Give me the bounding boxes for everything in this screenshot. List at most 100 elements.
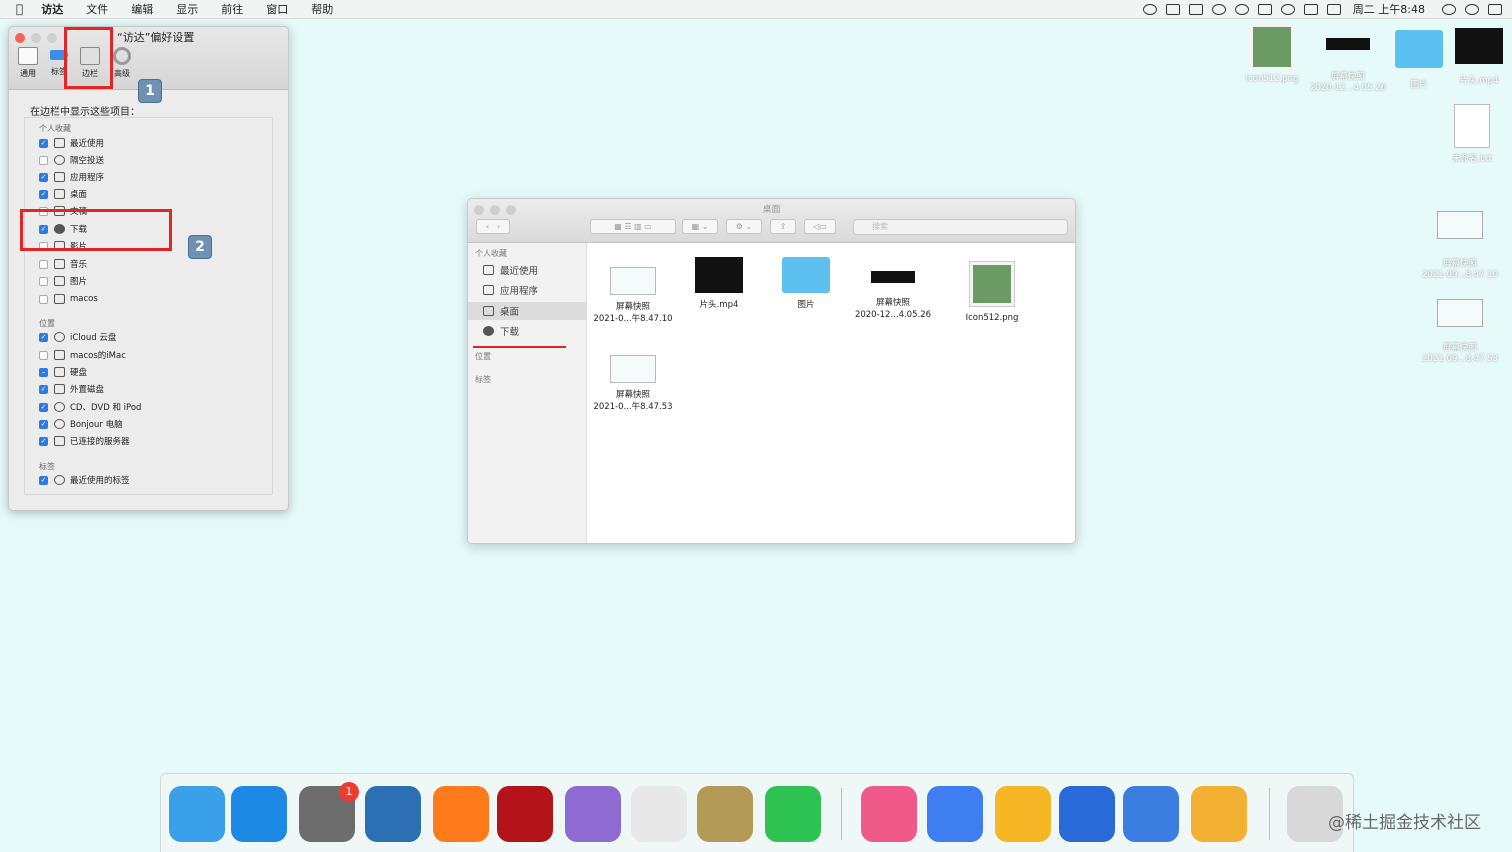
pref-item-airdrop[interactable]: 隔空投送 — [39, 153, 104, 167]
finder-icon[interactable] — [169, 786, 225, 842]
pref-item-harddisk[interactable]: – 硬盘 — [39, 365, 87, 379]
desktop-icon-item[interactable]: 屏幕快照 2021-09...8.47.53 — [1420, 299, 1500, 365]
checkbox[interactable]: – — [39, 367, 48, 377]
chevron-right-icon[interactable]: › — [497, 222, 500, 231]
minimize-button[interactable] — [31, 33, 41, 43]
desktop-icon-item[interactable]: 屏幕快照 2020-12...4.05.26 — [1308, 38, 1388, 94]
menu-view[interactable]: 显示 — [176, 1, 198, 17]
checkbox[interactable]: ✓ — [39, 332, 48, 342]
file-item[interactable]: 屏幕快照 2021-0...午8.47.10 — [588, 257, 678, 325]
checkbox[interactable]: ✓ — [39, 384, 48, 394]
pref-item-desktop[interactable]: ✓ 桌面 — [39, 187, 87, 201]
file-item[interactable]: 屏幕快照 2020-12...4.05.26 — [848, 257, 938, 321]
file-item[interactable]: 屏幕快照 2021-0...午8.47.53 — [588, 345, 678, 413]
xcode-icon[interactable] — [365, 786, 421, 842]
checkbox[interactable]: ✓ — [39, 172, 48, 182]
keyboard-icon[interactable] — [1326, 3, 1341, 15]
creative-cloud-icon[interactable] — [1142, 3, 1157, 15]
menu-window[interactable]: 窗口 — [266, 1, 288, 17]
group-button[interactable]: ▦ ⌄ — [682, 219, 718, 234]
pref-item-recents[interactable]: ✓ 最近使用 — [39, 136, 104, 150]
sidebar-item-applications[interactable]: 应用程序 — [468, 281, 586, 299]
search-icon[interactable] — [1442, 3, 1456, 15]
tab-general[interactable]: 通用 — [13, 47, 43, 79]
checkbox[interactable] — [39, 155, 48, 165]
desktop-icon-item[interactable]: 片头.mp4 — [1439, 28, 1512, 87]
filezilla-icon[interactable] — [497, 786, 553, 842]
menu-edit[interactable]: 编辑 — [131, 1, 153, 17]
chrome-icon[interactable] — [631, 786, 687, 842]
sidebar-item-desktop[interactable]: 桌面 — [468, 302, 586, 320]
pref-item-cd-dvd[interactable]: ✓ CD、DVD 和 iPod — [39, 400, 141, 414]
s-icon[interactable] — [1257, 3, 1272, 15]
checkbox[interactable] — [39, 350, 48, 360]
view-mode-buttons[interactable]: ▦ ☰ ▥ ▭ — [590, 219, 676, 234]
airdrop-icon — [54, 155, 65, 165]
back-forward-buttons[interactable]: ‹ › — [476, 219, 510, 234]
word-icon[interactable] — [1059, 786, 1115, 842]
menu-go[interactable]: 前往 — [221, 1, 243, 17]
pref-item-servers[interactable]: ✓ 已连接的服务器 — [39, 434, 130, 448]
window-icon[interactable] — [1165, 3, 1180, 15]
pref-item-imac[interactable]: macos的iMac — [39, 348, 126, 362]
checkbox[interactable]: ✓ — [39, 436, 48, 446]
sync-icon[interactable] — [1280, 3, 1295, 15]
checkbox[interactable]: ✓ — [39, 402, 48, 412]
siri-icon[interactable] — [1465, 3, 1479, 15]
notebook-icon[interactable] — [697, 786, 753, 842]
checkbox[interactable] — [39, 294, 48, 304]
menu-file[interactable]: 文件 — [86, 1, 108, 17]
pref-item-bonjour[interactable]: ✓ Bonjour 电脑 — [39, 417, 123, 431]
checkbox[interactable]: ✓ — [39, 419, 48, 429]
desktop-icon-item[interactable]: 未命名.txt — [1432, 104, 1512, 165]
sidebar-item-downloads[interactable]: 下载 — [468, 322, 586, 340]
section-locations: 位置 — [39, 319, 55, 328]
s-app-icon[interactable] — [1123, 786, 1179, 842]
wechat-icon[interactable] — [765, 786, 821, 842]
menu-clock[interactable]: 周二 上午8:48 — [1353, 1, 1425, 17]
pref-item-recent-tags[interactable]: ✓ 最近使用的标签 — [39, 473, 130, 487]
checkbox[interactable]: ✓ — [39, 189, 48, 199]
sidebar-item-recents[interactable]: 最近使用 — [468, 261, 586, 279]
pref-item-home[interactable]: macos — [39, 292, 98, 306]
pref-item-external-disk[interactable]: ✓ 外置磁盘 — [39, 382, 104, 396]
file-item[interactable]: Icon512.png — [947, 261, 1037, 324]
preview-app-icon[interactable] — [1191, 786, 1247, 842]
checkbox[interactable] — [39, 259, 48, 269]
desktop-icon-item[interactable]: Icon512.png — [1232, 24, 1312, 85]
pref-item-applications[interactable]: ✓ 应用程序 — [39, 170, 104, 184]
chevron-left-icon[interactable]: ‹ — [486, 222, 489, 231]
close-button[interactable] — [15, 33, 25, 43]
wifi-icon[interactable] — [1303, 3, 1318, 15]
file-item[interactable]: 片头.mp4 — [674, 257, 764, 311]
search-input[interactable]: 搜索 — [853, 219, 1068, 235]
desktop-icon-item[interactable]: 屏幕快照 2021-09...8.47.10 — [1420, 211, 1500, 281]
menu-help[interactable]: 帮助 — [311, 1, 333, 17]
pref-item-icloud[interactable]: ✓ iCloud 云盘 — [39, 330, 116, 344]
sidebar-section-tags: 标签 — [475, 375, 491, 384]
checkbox[interactable]: ✓ — [39, 475, 48, 485]
chat-icon[interactable] — [1211, 3, 1226, 15]
pictures-icon — [54, 276, 65, 286]
file-item[interactable]: 图片 — [761, 257, 851, 311]
tag-button[interactable]: ◁▭ — [804, 219, 836, 234]
sketch-icon[interactable] — [995, 786, 1051, 842]
checkbox[interactable] — [39, 276, 48, 286]
list-icon[interactable] — [1488, 3, 1502, 15]
qq-browser-icon[interactable] — [231, 786, 287, 842]
pref-item-music[interactable]: 音乐 — [39, 257, 87, 271]
shield-icon[interactable] — [1188, 3, 1203, 15]
action-button[interactable]: ⚙ ⌄ — [726, 219, 762, 234]
share-button[interactable]: ⇪ — [770, 219, 796, 234]
checkbox[interactable]: ✓ — [39, 138, 48, 148]
menu-app-name[interactable]: 访达 — [41, 1, 63, 17]
firefox-icon[interactable] — [433, 786, 489, 842]
zoom-button[interactable] — [47, 33, 57, 43]
baidu-netdisk-icon[interactable] — [927, 786, 983, 842]
apple-menu-icon[interactable]:  — [16, 2, 23, 16]
wechat-icon[interactable] — [1234, 3, 1249, 15]
screenshot-thumbnail — [871, 271, 915, 283]
downloader-icon[interactable] — [565, 786, 621, 842]
itunes-icon[interactable] — [861, 786, 917, 842]
pref-item-pictures[interactable]: 图片 — [39, 274, 87, 288]
